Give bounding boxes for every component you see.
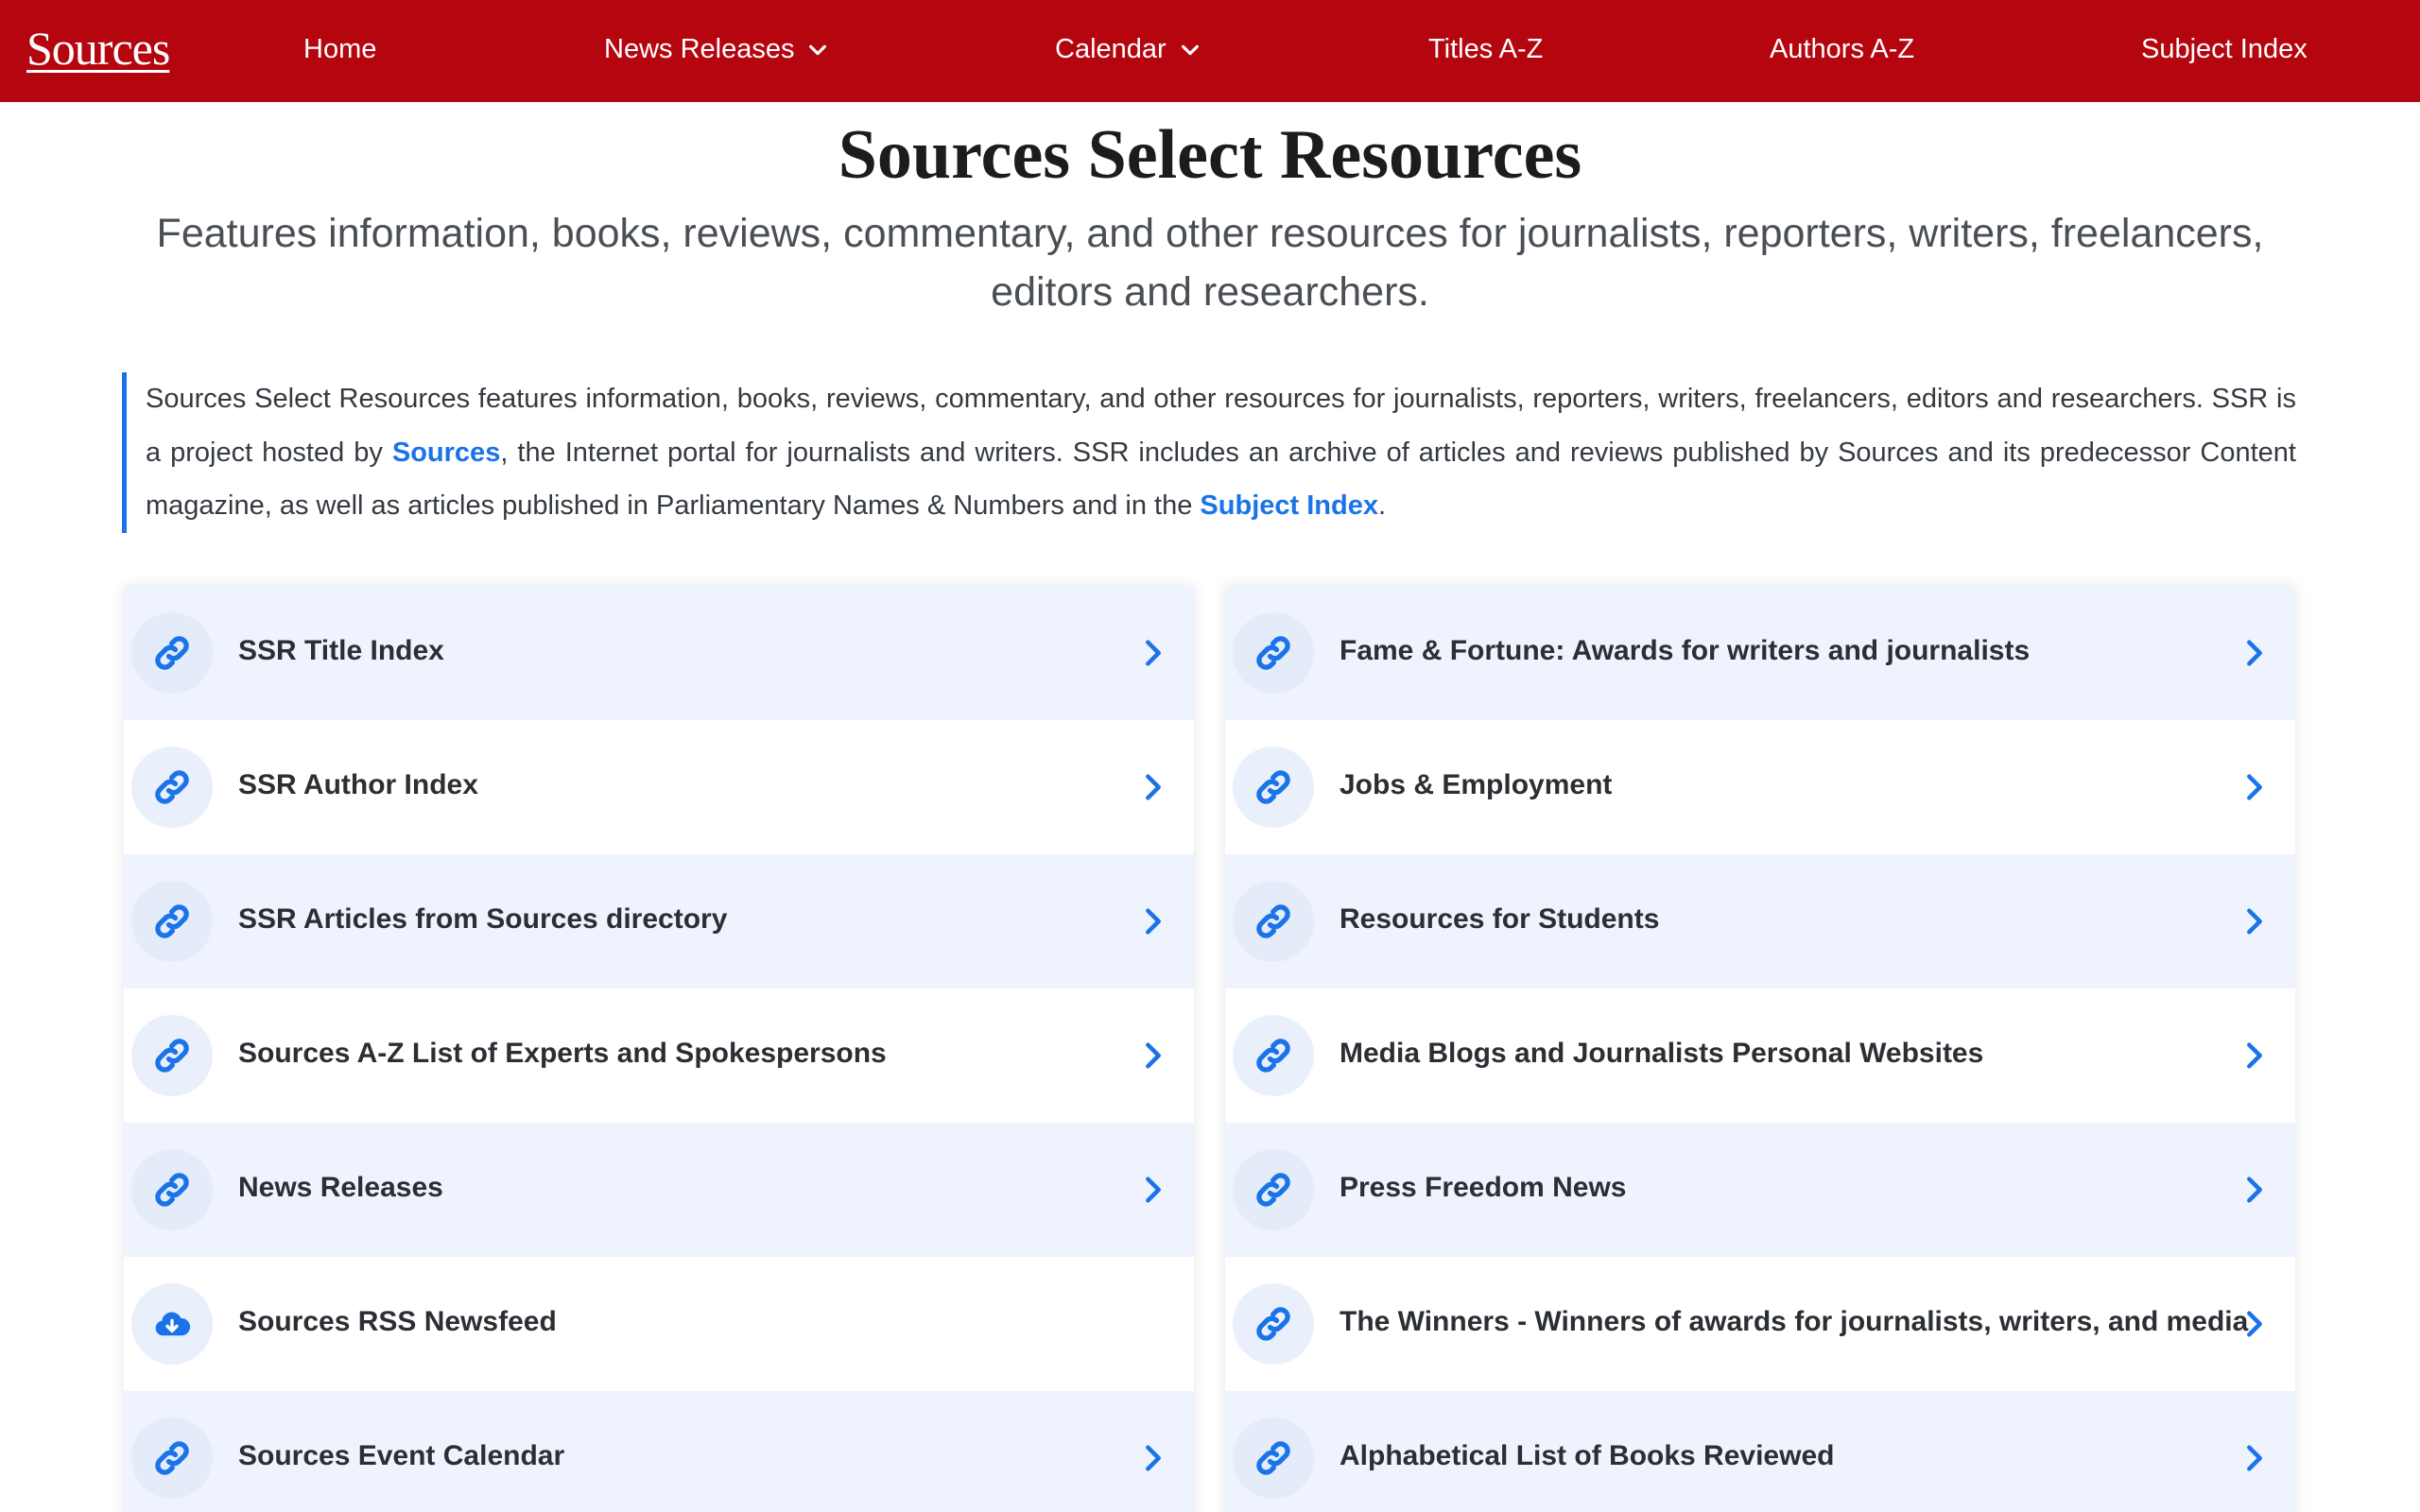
- chevron-down-icon: [809, 44, 827, 55]
- link-icon: [1233, 1015, 1314, 1096]
- resource-list-right: Fame & Fortune: Awards for writers and j…: [1225, 586, 2295, 1512]
- list-item[interactable]: Media Blogs and Journalists Personal Web…: [1225, 988, 2295, 1123]
- list-item-label: SSR Author Index: [238, 769, 478, 800]
- list-item[interactable]: Sources Event Calendar: [124, 1391, 1194, 1512]
- nav-titles-a-z[interactable]: Titles A-Z: [1428, 34, 1543, 65]
- nav-news-releases[interactable]: News Releases: [604, 34, 828, 65]
- list-item[interactable]: Sources RSS Newsfeed: [124, 1257, 1194, 1391]
- link-icon: [1233, 1149, 1314, 1230]
- link-icon: [1233, 1283, 1314, 1365]
- nav-news-releases-label: News Releases: [604, 34, 795, 64]
- link-icon: [131, 612, 213, 694]
- chevron-right-icon: [2238, 637, 2271, 669]
- nav-subject-index[interactable]: Subject Index: [2141, 34, 2308, 65]
- nav-home-label: Home: [303, 34, 377, 64]
- sources-link[interactable]: Sources: [392, 438, 500, 468]
- list-item[interactable]: Fame & Fortune: Awards for writers and j…: [1225, 586, 2295, 720]
- nav-authors-a-z[interactable]: Authors A-Z: [1770, 34, 1914, 65]
- list-item-label: Media Blogs and Journalists Personal Web…: [1340, 1038, 1984, 1069]
- page-title: Sources Select Resources: [838, 116, 1582, 194]
- list-item[interactable]: SSR Title Index: [124, 586, 1194, 720]
- chevron-right-icon: [1137, 1442, 1169, 1474]
- link-icon: [131, 1149, 213, 1230]
- nav-calendar[interactable]: Calendar: [1055, 34, 1201, 65]
- intro-blockquote: Sources Select Resources features inform…: [122, 372, 2296, 533]
- list-item-label: Press Freedom News: [1340, 1172, 1627, 1203]
- list-item[interactable]: News Releases: [124, 1123, 1194, 1257]
- nav-home[interactable]: Home: [303, 34, 376, 65]
- chevron-right-icon: [1137, 1040, 1169, 1072]
- chevron-right-icon: [2238, 1308, 2271, 1340]
- list-item-label: Jobs & Employment: [1340, 769, 1613, 800]
- link-icon: [1233, 1418, 1314, 1499]
- brand-logo[interactable]: Sources: [26, 21, 170, 76]
- chevron-right-icon: [2238, 1442, 2271, 1474]
- nav-titles-a-z-label: Titles A-Z: [1428, 34, 1544, 64]
- chevron-right-icon: [2238, 1174, 2271, 1206]
- nav-subject-index-label: Subject Index: [2141, 34, 2308, 64]
- list-item-label: Sources A-Z List of Experts and Spokespe…: [238, 1038, 887, 1069]
- chevron-right-icon: [1137, 637, 1169, 669]
- list-item[interactable]: Alphabetical List of Books Reviewed: [1225, 1391, 2295, 1512]
- resource-list-left: SSR Title Index SSR Author Index SSR Artic…: [124, 586, 1194, 1512]
- chevron-right-icon: [2238, 771, 2271, 803]
- chevron-right-icon: [1137, 1174, 1169, 1206]
- list-item[interactable]: Press Freedom News: [1225, 1123, 2295, 1257]
- link-icon: [131, 881, 213, 962]
- page-subtitle: Features information, books, reviews, co…: [156, 211, 2264, 315]
- nav-authors-a-z-label: Authors A-Z: [1770, 34, 1915, 64]
- list-item-label: The Winners - Winners of awards for jour…: [1340, 1306, 2249, 1337]
- link-icon: [1233, 612, 1314, 694]
- list-item-label: Resources for Students: [1340, 903, 1660, 935]
- nav-calendar-label: Calendar: [1055, 34, 1167, 64]
- link-icon: [131, 747, 213, 828]
- list-item[interactable]: Jobs & Employment: [1225, 720, 2295, 854]
- chevron-right-icon: [1137, 905, 1169, 937]
- list-item-label: SSR Title Index: [238, 635, 444, 666]
- list-item[interactable]: Resources for Students: [1225, 854, 2295, 988]
- chevron-right-icon: [1137, 771, 1169, 803]
- intro-text-3: .: [1377, 490, 1387, 521]
- list-item[interactable]: SSR Articles from Sources directory: [124, 854, 1194, 988]
- list-item-label: SSR Articles from Sources directory: [238, 903, 728, 935]
- chevron-right-icon: [2238, 905, 2271, 937]
- chevron-right-icon: [2238, 1040, 2271, 1072]
- list-item-label: Sources Event Calendar: [238, 1440, 565, 1471]
- list-item[interactable]: Sources A-Z List of Experts and Spokespe…: [124, 988, 1194, 1123]
- link-icon: [131, 1015, 213, 1096]
- list-item[interactable]: The Winners - Winners of awards for jour…: [1225, 1257, 2295, 1391]
- list-item[interactable]: SSR Author Index: [124, 720, 1194, 854]
- cloud-download-icon: [131, 1283, 213, 1365]
- list-item-label: Sources RSS Newsfeed: [238, 1306, 557, 1337]
- chevron-down-icon: [1181, 44, 1199, 55]
- link-icon: [1233, 747, 1314, 828]
- link-icon: [131, 1418, 213, 1499]
- top-navbar: Sources Home News Releases Calendar Titl…: [0, 0, 2420, 102]
- subject-index-link[interactable]: Subject Index: [1200, 490, 1378, 521]
- list-item-label: Alphabetical List of Books Reviewed: [1340, 1440, 1835, 1471]
- link-icon: [1233, 881, 1314, 962]
- list-item-label: News Releases: [238, 1172, 443, 1203]
- list-item-label: Fame & Fortune: Awards for writers and j…: [1340, 635, 2031, 666]
